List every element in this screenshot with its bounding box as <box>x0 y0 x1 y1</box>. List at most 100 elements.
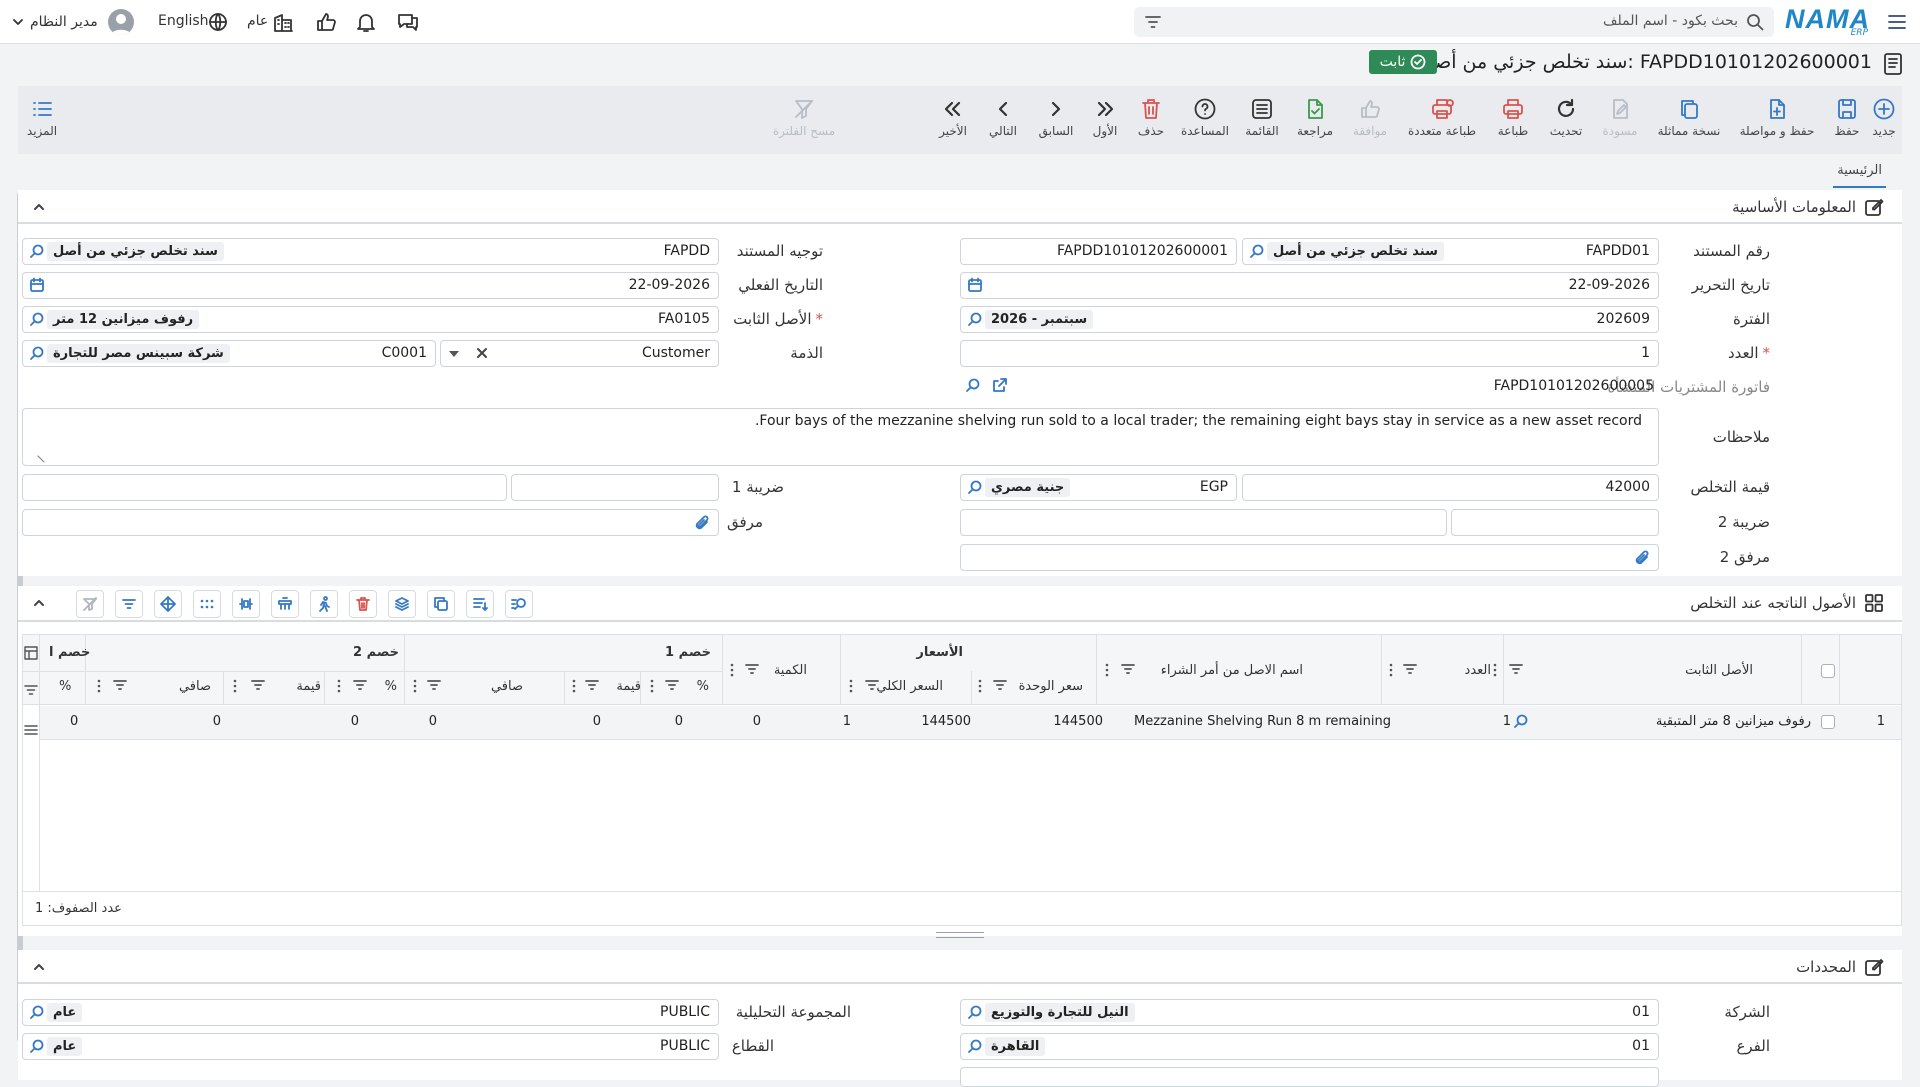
tab-main[interactable]: الرئيسية <box>1833 162 1886 188</box>
new-button[interactable]: جديد <box>1866 86 1902 154</box>
col-menu-icon[interactable] <box>1105 663 1109 677</box>
hidden-next-field[interactable] <box>960 1067 1659 1087</box>
col-filter-icon[interactable] <box>665 679 679 691</box>
col-menu-icon[interactable] <box>978 679 982 693</box>
branch-field[interactable]: 01 القاهرة <box>960 1033 1659 1060</box>
tax1-value-field[interactable] <box>22 474 507 501</box>
doc-direction-field[interactable]: FAPDD سند تخلص جزئي من أصل <box>22 238 719 265</box>
thumbs-up-icon[interactable] <box>314 10 338 34</box>
col-filter-icon[interactable] <box>1403 663 1417 675</box>
col-filter-icon[interactable] <box>1509 663 1523 675</box>
table-row[interactable]: 1 رفوف ميزانين 8 متر المتبقية 1 Mezzanin… <box>40 706 1901 740</box>
col-filter-icon[interactable] <box>113 679 127 691</box>
clear-x-icon[interactable] <box>475 346 489 360</box>
grid-freeze-button[interactable] <box>271 590 299 618</box>
save-button[interactable]: حفظ <box>1832 86 1862 154</box>
col-filter-icon[interactable] <box>353 679 367 691</box>
actual-date-field[interactable]: 22-09-2026 <box>22 272 719 299</box>
count-field[interactable]: 1 <box>960 340 1659 367</box>
account-type-select[interactable]: Customer <box>440 340 719 367</box>
col-filter-icon[interactable] <box>745 663 759 675</box>
col-d1-value-header[interactable]: قيمة <box>616 679 641 694</box>
review-button[interactable]: مراجعة <box>1296 86 1334 154</box>
col-filter-icon[interactable] <box>251 679 265 691</box>
select-all-checkbox[interactable] <box>1821 664 1835 678</box>
resize-handle-icon[interactable] <box>37 453 47 463</box>
collapse-chevron-icon[interactable] <box>32 596 46 610</box>
search-lookup-icon[interactable] <box>967 479 984 496</box>
filter-icon[interactable] <box>1144 14 1162 30</box>
grid-run-button[interactable] <box>310 590 338 618</box>
search-lookup-icon[interactable] <box>29 345 46 362</box>
search-lookup-icon[interactable] <box>967 311 984 328</box>
last-button[interactable]: الأخير <box>938 86 968 154</box>
prev-button[interactable]: السابق <box>1036 86 1076 154</box>
calendar-icon[interactable] <box>967 277 983 293</box>
period-field[interactable]: 202609 2026 - سبتمبر <box>960 306 1659 333</box>
refresh-button[interactable]: تحديث <box>1548 86 1584 154</box>
col-total-price-header[interactable]: السعر الكلي <box>876 679 943 694</box>
grid-filter-off-button[interactable] <box>76 590 104 618</box>
grid-copy-button[interactable] <box>427 590 455 618</box>
col-filter-icon[interactable] <box>427 679 441 691</box>
grid-delete-button[interactable] <box>349 590 377 618</box>
col-qty-header[interactable]: الكمية <box>774 663 807 678</box>
col-po-name-header[interactable]: اسم الاصل من أمر الشراء <box>1161 663 1303 678</box>
col-d2-value-header[interactable]: قيمة <box>296 679 321 694</box>
search-lookup-icon[interactable] <box>967 1004 984 1021</box>
language-switch[interactable]: English <box>158 11 230 33</box>
row-menu-icon[interactable] <box>24 723 38 737</box>
col-d3-pct-header[interactable]: % <box>59 679 71 694</box>
analytic-group-field[interactable]: PUBLIC عام <box>22 999 719 1026</box>
currency-field[interactable]: EGP جنية مصري <box>960 474 1237 501</box>
col-d2-net-header[interactable]: صافي <box>179 679 211 694</box>
user-menu[interactable]: مدير النظام <box>10 7 134 37</box>
column-chooser-icon[interactable] <box>24 646 38 660</box>
col-menu-icon[interactable] <box>337 679 341 693</box>
external-link-icon[interactable] <box>992 377 1008 393</box>
global-search[interactable]: بحث بكود - اسم الملف <box>1134 7 1774 37</box>
notes-textarea[interactable]: Four bays of the mezzanine shelving run … <box>22 408 1659 466</box>
calendar-icon[interactable] <box>29 277 45 293</box>
print-button[interactable]: طباعة <box>1496 86 1530 154</box>
search-lookup-icon[interactable] <box>29 243 46 260</box>
col-asset-header[interactable]: الأصل الثابت <box>1685 663 1753 678</box>
grid-columns-button[interactable] <box>232 590 260 618</box>
search-input[interactable]: بحث بكود - اسم الملف <box>1603 13 1738 29</box>
search-lookup-icon[interactable] <box>1249 243 1266 260</box>
col-count-header[interactable]: العدد <box>1465 663 1491 678</box>
col-menu-icon[interactable] <box>730 663 734 677</box>
col-menu-icon[interactable] <box>572 679 576 693</box>
col-menu-icon[interactable] <box>413 679 417 693</box>
attachment-field[interactable] <box>22 509 719 536</box>
multi-print-button[interactable]: طباعة متعددة <box>1406 86 1478 154</box>
grid-sort-button[interactable] <box>466 590 494 618</box>
messages-icon[interactable] <box>396 11 420 33</box>
search-lookup-icon[interactable] <box>965 377 982 394</box>
col-menu-icon[interactable] <box>650 679 654 693</box>
hamburger-menu-icon[interactable] <box>1886 11 1908 33</box>
col-menu-icon[interactable] <box>97 679 101 693</box>
doc-number-code-field[interactable]: FAPDD01 سند تخلص جزئي من أصل <box>1242 238 1659 265</box>
collapse-chevron-icon[interactable] <box>32 200 46 214</box>
search-lookup-icon[interactable] <box>29 1038 46 1055</box>
next-button[interactable]: التالي <box>986 86 1020 154</box>
col-filter-icon[interactable] <box>1121 663 1135 675</box>
tax2-code-field[interactable] <box>1451 509 1659 536</box>
attachment2-field[interactable] <box>960 544 1659 571</box>
col-d1-pct-header[interactable]: % <box>697 679 709 694</box>
grid-dots-button[interactable] <box>193 590 221 618</box>
draft-button[interactable]: مسودة <box>1600 86 1640 154</box>
grid-filter-button[interactable] <box>115 590 143 618</box>
search-lookup-icon[interactable] <box>29 1004 46 1021</box>
delete-button[interactable]: حذف <box>1136 86 1166 154</box>
search-lookup-icon[interactable] <box>29 311 46 328</box>
tax1-code-field[interactable] <box>511 474 719 501</box>
col-unit-price-header[interactable]: سعر الوحدة <box>1019 679 1083 694</box>
col-menu-icon[interactable] <box>1493 663 1497 677</box>
approve-button[interactable]: موافقة <box>1350 86 1390 154</box>
clear-filter-button[interactable]: مسح الفلترة <box>773 86 835 154</box>
grid-layers-button[interactable] <box>388 590 416 618</box>
company-field[interactable]: 01 النيل للتجارة والتوزيع <box>960 999 1659 1026</box>
filter-row-icon[interactable] <box>24 683 38 697</box>
